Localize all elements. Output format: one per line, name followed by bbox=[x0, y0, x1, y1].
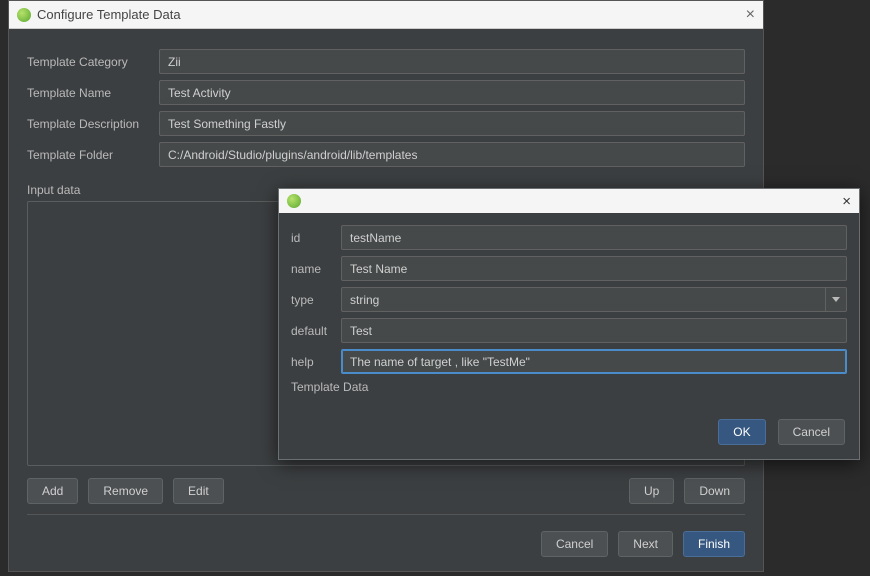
chevron-down-icon[interactable] bbox=[825, 287, 847, 312]
row-template-folder: Template Folder bbox=[27, 142, 745, 167]
ok-button[interactable]: OK bbox=[718, 419, 765, 445]
input-help[interactable] bbox=[341, 349, 847, 374]
row-template-category: Template Category bbox=[27, 49, 745, 74]
input-id[interactable] bbox=[341, 225, 847, 250]
row-default: default bbox=[291, 318, 847, 343]
label-template-name: Template Name bbox=[27, 86, 159, 100]
wizard-buttons: Cancel Next Finish bbox=[27, 531, 745, 557]
row-template-description: Template Description bbox=[27, 111, 745, 136]
input-name[interactable] bbox=[341, 256, 847, 281]
select-type[interactable] bbox=[341, 287, 847, 312]
edit-button[interactable]: Edit bbox=[173, 478, 224, 504]
dialog-titlebar: × bbox=[279, 189, 859, 213]
next-button[interactable]: Next bbox=[618, 531, 673, 557]
label-help: help bbox=[291, 355, 341, 369]
up-button[interactable]: Up bbox=[629, 478, 674, 504]
label-default: default bbox=[291, 324, 341, 338]
label-name: name bbox=[291, 262, 341, 276]
dialog-footer: OK Cancel bbox=[279, 409, 859, 459]
row-help: help bbox=[291, 349, 847, 374]
close-icon[interactable]: × bbox=[746, 6, 755, 24]
input-default[interactable] bbox=[341, 318, 847, 343]
input-template-folder[interactable] bbox=[159, 142, 745, 167]
input-template-category[interactable] bbox=[159, 49, 745, 74]
dialog-body: id name type default help Template Data bbox=[279, 213, 859, 409]
cancel-button[interactable]: Cancel bbox=[541, 531, 608, 557]
label-template-category: Template Category bbox=[27, 55, 159, 69]
row-template-name: Template Name bbox=[27, 80, 745, 105]
list-buttons: Add Remove Edit Up Down bbox=[27, 478, 745, 504]
input-template-description[interactable] bbox=[159, 111, 745, 136]
label-template-data: Template Data bbox=[291, 380, 847, 394]
titlebar: Configure Template Data × bbox=[9, 1, 763, 29]
separator bbox=[27, 514, 745, 515]
label-template-folder: Template Folder bbox=[27, 148, 159, 162]
finish-button[interactable]: Finish bbox=[683, 531, 745, 557]
app-icon bbox=[17, 8, 31, 22]
add-button[interactable]: Add bbox=[27, 478, 78, 504]
row-id: id bbox=[291, 225, 847, 250]
close-icon[interactable]: × bbox=[842, 193, 851, 210]
label-type: type bbox=[291, 293, 341, 307]
label-template-description: Template Description bbox=[27, 117, 159, 131]
select-type-value[interactable] bbox=[341, 287, 825, 312]
window-title: Configure Template Data bbox=[37, 7, 181, 22]
row-type: type bbox=[291, 287, 847, 312]
dialog-cancel-button[interactable]: Cancel bbox=[778, 419, 845, 445]
app-icon bbox=[287, 194, 301, 208]
row-name: name bbox=[291, 256, 847, 281]
down-button[interactable]: Down bbox=[684, 478, 745, 504]
label-id: id bbox=[291, 231, 341, 245]
remove-button[interactable]: Remove bbox=[88, 478, 163, 504]
input-data-dialog: × id name type default help bbox=[278, 188, 860, 460]
input-template-name[interactable] bbox=[159, 80, 745, 105]
